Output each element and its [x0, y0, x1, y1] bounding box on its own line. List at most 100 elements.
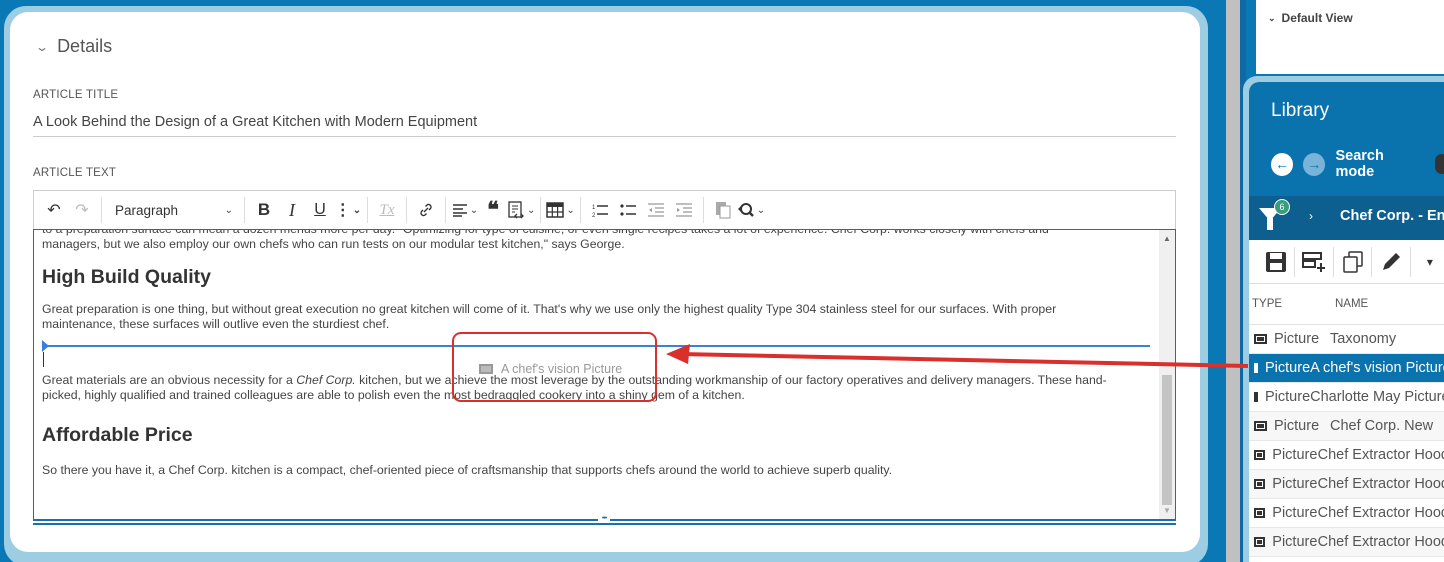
chevron-down-icon: ⌄ — [34, 39, 50, 54]
toolbar-divider — [101, 197, 102, 223]
copy-button[interactable] — [1334, 246, 1373, 277]
pencil-icon — [1383, 252, 1401, 270]
outdent-button[interactable] — [642, 195, 670, 225]
chevron-down-icon: ⌄ — [352, 204, 362, 216]
numbered-list-button[interactable]: 12 — [586, 195, 614, 225]
picture-icon — [1254, 450, 1266, 460]
toolbar-divider — [367, 197, 368, 223]
indent-button[interactable] — [670, 195, 698, 225]
blockquote-icon: ❝ — [487, 197, 499, 222]
library-row[interactable]: Picture Charlotte May Picture — [1249, 383, 1444, 412]
indent-icon — [675, 203, 692, 217]
add-to-collection-button[interactable] — [1295, 246, 1334, 277]
paste-button[interactable] — [709, 195, 737, 225]
library-toolbar: ▾ — [1249, 240, 1444, 284]
svg-text:2: 2 — [592, 213, 596, 218]
resize-grip-icon[interactable]: ••• — [598, 515, 610, 523]
paragraph-format-dropdown[interactable]: Paragraph ⌄ — [107, 203, 239, 218]
alignment-dropdown[interactable]: ⌄ — [451, 195, 479, 225]
library-row[interactable]: Picture Chef Extractor Hood — [1249, 499, 1444, 528]
blockquote-button[interactable]: ❝ — [479, 195, 507, 225]
find-replace-icon — [737, 203, 754, 217]
library-column-headers: TYPE NAME — [1249, 284, 1444, 325]
library-path-bar: 6 › Chef Corp. - English — [1249, 196, 1444, 240]
article-title-input[interactable]: A Look Behind the Design of a Great Kitc… — [33, 114, 1176, 137]
copy-icon — [1342, 250, 1363, 273]
edit-button[interactable] — [1372, 246, 1411, 277]
library-row[interactable]: Picture Taxonomy — [1249, 325, 1444, 354]
redo-button[interactable]: ↷ — [68, 195, 96, 225]
article-title-label: ARTICLE TITLE — [33, 89, 119, 101]
back-arrow-icon[interactable]: ← — [1271, 152, 1294, 176]
chevron-down-icon: ⌄ — [469, 204, 479, 216]
toolbar-divider — [244, 197, 245, 223]
toolbar-divider — [579, 197, 581, 223]
table-icon — [546, 202, 565, 218]
row-type: Picture — [1272, 534, 1318, 550]
table-dropdown[interactable]: ⌄ — [546, 195, 575, 225]
row-name: Chef Extractor Hood — [1317, 476, 1444, 492]
forward-arrow-icon[interactable]: → — [1303, 152, 1326, 176]
column-type[interactable]: TYPE — [1249, 298, 1335, 310]
paragraph: Great preparation is one thing, but with… — [42, 302, 1057, 331]
paragraph-format-value: Paragraph — [115, 202, 179, 218]
scroll-up-icon[interactable]: ▲ — [1159, 232, 1175, 246]
row-type: Picture — [1274, 331, 1320, 347]
scroll-thumb[interactable] — [1162, 375, 1172, 505]
toolbar-divider — [406, 197, 407, 223]
details-section-toggle[interactable]: ⌄ Details — [34, 36, 113, 57]
editor-toolbar: ↶ ↷ Paragraph ⌄ B I U ⋮⌄ Tx ⌄ ❝ ⌄ ⌄ 12 — [33, 190, 1176, 229]
row-type: Picture — [1274, 418, 1320, 434]
undo-button[interactable]: ↶ — [40, 195, 68, 225]
underline-button[interactable]: U — [306, 195, 334, 225]
chevron-down-icon: ⌄ — [1268, 12, 1276, 23]
source-dropdown[interactable]: ⌄ — [507, 195, 535, 225]
text-caret — [43, 352, 44, 367]
editor-resize-handle[interactable]: ••• — [33, 515, 1176, 525]
remove-format-button[interactable]: Tx — [373, 195, 401, 225]
paragraph-italic-text: Chef Corp. — [296, 373, 356, 387]
chevron-down-icon: ⌄ — [756, 204, 766, 216]
filter-icon-stem — [1267, 218, 1273, 230]
library-path[interactable]: Chef Corp. - English — [1340, 208, 1444, 224]
panel-splitter[interactable] — [1226, 0, 1240, 562]
paragraph: to a preparation surface can mean a doze… — [42, 230, 1147, 252]
bulleted-list-button[interactable] — [614, 195, 642, 225]
row-type: Picture — [1265, 389, 1311, 405]
more-vertical-icon: ⋮ — [334, 202, 351, 219]
library-row[interactable]: Picture Chef Extractor Hood — [1249, 470, 1444, 499]
bold-button[interactable]: B — [250, 195, 278, 225]
search-mode-label[interactable]: Search mode — [1335, 148, 1423, 180]
save-icon — [1265, 251, 1286, 272]
more-tools-button[interactable]: ▾ — [1411, 247, 1444, 277]
library-row[interactable]: Picture A chef's vision Picture — [1249, 354, 1444, 383]
paragraph-line: managers, but we also employ our own che… — [42, 237, 625, 251]
column-name[interactable]: NAME — [1335, 298, 1368, 310]
library-row[interactable]: Picture Chef Corp. New — [1249, 412, 1444, 441]
toolbar-divider — [702, 197, 704, 223]
italic-button[interactable]: I — [278, 195, 306, 225]
chevron-down-icon: ⌄ — [224, 204, 233, 216]
row-name: Taxonomy — [1330, 331, 1397, 347]
redo-icon: ↷ — [75, 202, 89, 219]
row-name: Chef Corp. New — [1330, 418, 1434, 434]
library-nav: ← → Search mode — [1271, 148, 1444, 180]
chevron-down-icon: ▾ — [1426, 254, 1433, 269]
library-row[interactable]: Picture Chef Extractor Hood — [1249, 441, 1444, 470]
row-type: Picture — [1272, 505, 1318, 521]
link-button[interactable] — [412, 195, 440, 225]
row-name: Chef Extractor Hood — [1317, 505, 1444, 521]
scroll-down-icon[interactable]: ▼ — [1159, 504, 1175, 518]
details-title: Details — [57, 36, 113, 56]
chevron-right-icon[interactable]: › — [1309, 209, 1313, 223]
svg-text:1: 1 — [592, 205, 596, 211]
library-row[interactable]: Picture Chef Extractor Hood — [1249, 528, 1444, 557]
find-replace-dropdown[interactable]: ⌄ — [737, 195, 765, 225]
paragraph: So there you have it, a Chef Corp. kitch… — [42, 463, 893, 477]
save-button[interactable] — [1257, 246, 1296, 277]
default-view-toggle[interactable]: ⌄ Default View — [1268, 11, 1353, 25]
row-name: Chef Extractor Hood — [1317, 534, 1444, 550]
editor-scrollbar[interactable]: ▲ ▼ — [1159, 230, 1175, 520]
mode-toggle[interactable] — [1435, 154, 1444, 174]
more-formatting-button[interactable]: ⋮ ⌄ — [334, 195, 362, 225]
